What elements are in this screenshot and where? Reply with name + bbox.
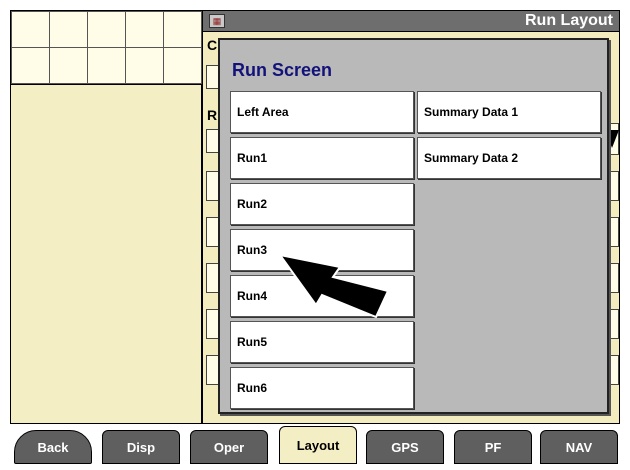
option-run5[interactable]: Run5 [230, 321, 414, 363]
tab-pf[interactable]: PF [454, 430, 532, 464]
background-label: C [207, 37, 218, 53]
grid-cell [125, 47, 164, 84]
grid-cell [11, 11, 50, 48]
option-run1[interactable]: Run1 [230, 137, 414, 179]
option-summary-data-1[interactable]: Summary Data 1 [417, 91, 601, 133]
grid-cell [163, 11, 202, 48]
left-area-panel [10, 84, 202, 424]
tab-disp[interactable]: Disp [102, 430, 180, 464]
tab-back[interactable]: Back [14, 430, 92, 464]
option-run2[interactable]: Run2 [230, 183, 414, 225]
display-screen: C R ▦ Run Layout Run Screen Left Area Ru… [0, 0, 630, 470]
grid-cell [87, 47, 126, 84]
grid-cell [125, 11, 164, 48]
grid-cell [87, 11, 126, 48]
tab-oper[interactable]: Oper [190, 430, 268, 464]
display-icon: ▦ [209, 14, 225, 28]
tab-layout[interactable]: Layout [279, 426, 357, 464]
title-bar: ▦ Run Layout [202, 10, 620, 32]
tab-gps[interactable]: GPS [366, 430, 444, 464]
grid-cell [49, 11, 88, 48]
bottom-tab-bar: Back Disp Oper Layout GPS PF NAV [0, 424, 630, 470]
pointer-arrow-icon [277, 253, 390, 319]
option-summary-data-2[interactable]: Summary Data 2 [417, 137, 601, 179]
grid-cell [163, 47, 202, 84]
dialog-title: Run Screen [232, 60, 333, 80]
grid-cell [11, 47, 50, 84]
background-label: R [207, 107, 218, 123]
grid-cell [49, 47, 88, 84]
option-run6[interactable]: Run6 [230, 367, 414, 409]
run-screen-dialog: Run Screen Left Area Run1 Run2 Run3 Run4… [218, 38, 609, 414]
page-title: Run Layout [525, 12, 613, 29]
left-grid [10, 10, 202, 84]
tab-nav[interactable]: NAV [540, 430, 618, 464]
option-left-area[interactable]: Left Area [230, 91, 414, 133]
